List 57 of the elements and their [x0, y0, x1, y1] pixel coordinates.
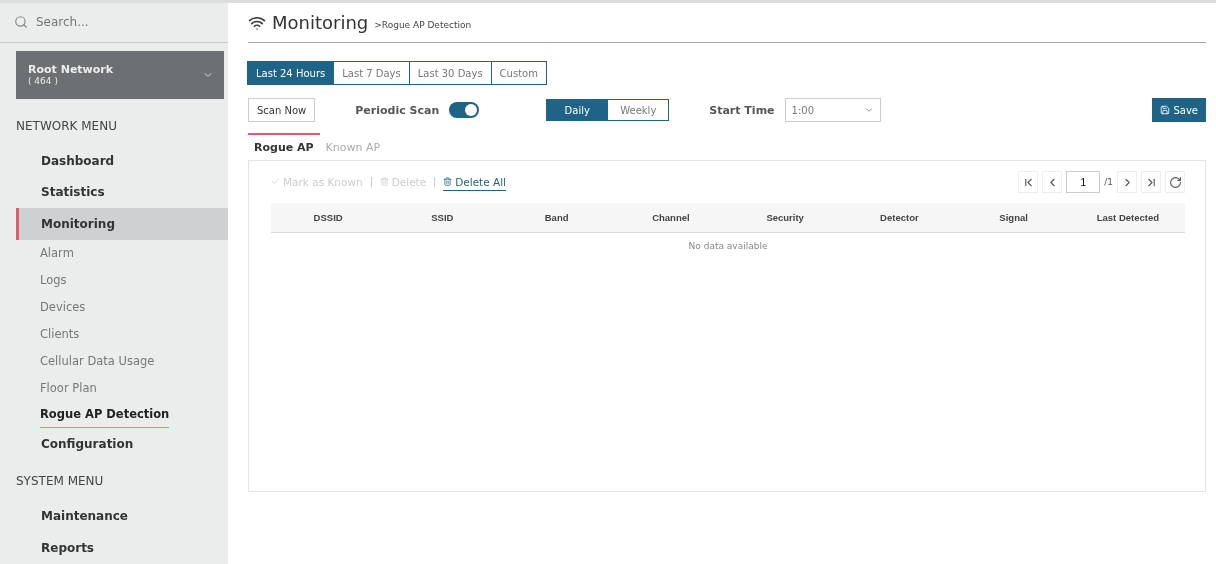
empty-message: No data available	[687, 241, 769, 251]
page-number-field[interactable]: 1	[1066, 171, 1101, 193]
menu-item[interactable]: Monitoring	[16, 208, 228, 241]
refresh-icon	[1168, 175, 1182, 189]
action-link[interactable]: Delete All	[443, 173, 507, 191]
network-selector[interactable]: Root Network ( 464 )	[16, 50, 224, 99]
submenu-item[interactable]: Devices	[40, 294, 86, 321]
menu-item[interactable]: Maintenance	[16, 500, 228, 533]
trash-icon	[379, 177, 389, 186]
column-header: Channel	[651, 212, 691, 223]
network-name: Root Network	[28, 63, 114, 77]
column-header: Signal	[998, 212, 1029, 223]
first-page-button[interactable]	[1018, 171, 1039, 193]
column-header: DSSID	[312, 212, 344, 223]
menu-section-title: NETWORK MENU	[15, 117, 118, 135]
menu-item[interactable]: Statistics	[16, 176, 228, 209]
submenu-item[interactable]: Rogue AP Detection	[40, 401, 170, 429]
breadcrumb: >Rogue AP Detection	[374, 20, 472, 30]
save-button[interactable]: Save	[1152, 98, 1206, 122]
column-header: SSID	[430, 212, 455, 223]
column-header: Security	[765, 212, 805, 223]
tab[interactable]: Rogue AP	[248, 133, 320, 160]
menu-item[interactable]: Reports	[16, 532, 228, 564]
column-header: Band	[543, 212, 570, 223]
start-time-select[interactable]: 1:00	[784, 98, 881, 122]
network-count: ( 464 )	[28, 76, 59, 87]
column-header: Detector	[879, 212, 920, 223]
submenu-item[interactable]: Logs	[40, 267, 67, 294]
range-tab[interactable]: Last 7 Days	[333, 61, 410, 85]
frequency-tab[interactable]: Daily	[546, 99, 609, 121]
submenu-item[interactable]: Cellular Data Usage	[40, 347, 155, 375]
search-icon	[14, 15, 28, 30]
scan-now-button[interactable]: Scan Now	[248, 98, 316, 122]
submenu-item[interactable]: Floor Plan	[40, 374, 97, 402]
refresh-button[interactable]	[1165, 171, 1185, 193]
submenu-item[interactable]: Alarm	[40, 240, 74, 268]
submenu-item[interactable]: Clients	[40, 320, 80, 348]
menu-section-title: SYSTEM MENU	[15, 473, 105, 491]
page-title: Monitoring	[272, 12, 369, 33]
frequency-tab[interactable]: Weekly	[607, 99, 670, 121]
menu-item[interactable]: Configuration	[16, 428, 228, 461]
column-header: Last Detected	[1095, 212, 1161, 223]
periodic-scan-label: Periodic Scan	[355, 103, 440, 117]
next-page-button[interactable]	[1117, 171, 1137, 193]
periodic-scan-toggle[interactable]	[449, 102, 480, 118]
range-tab[interactable]: Custom	[490, 61, 547, 85]
page-total: /1	[1104, 177, 1113, 187]
trash-icon	[443, 177, 453, 186]
range-tab[interactable]: Last 24 Hours	[247, 61, 335, 85]
caret-icon	[863, 105, 874, 115]
check-icon	[271, 177, 280, 186]
last-page-button[interactable]	[1141, 171, 1161, 193]
start-time-label: Start Time	[709, 103, 775, 117]
range-tab[interactable]: Last 30 Days	[408, 61, 492, 85]
search-field[interactable]: Search...	[34, 14, 204, 31]
menu-item[interactable]: Dashboard	[16, 144, 228, 177]
previous-page-button[interactable]	[1042, 171, 1063, 193]
